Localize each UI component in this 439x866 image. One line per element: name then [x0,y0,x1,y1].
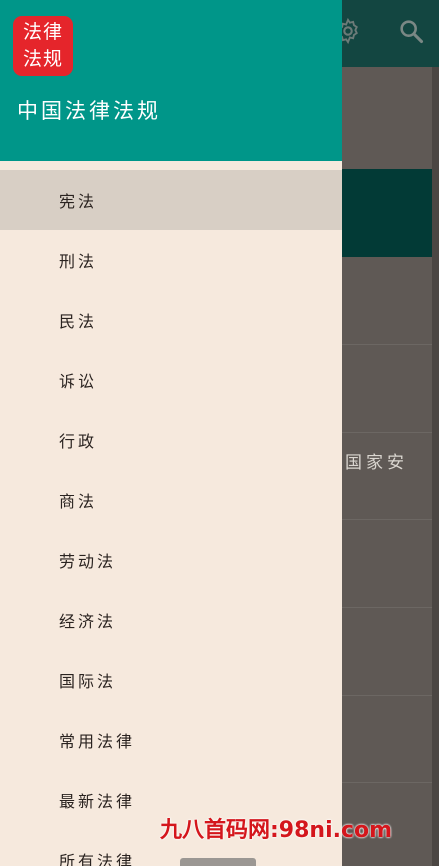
menu-item-international-law[interactable]: 国际法 [0,650,342,710]
header-spacer [0,161,342,170]
menu-item-criminal-law[interactable]: 刑法 [0,230,342,290]
list-divider [342,432,432,433]
menu-item-constitution[interactable]: 宪法 [0,170,342,230]
menu-item-common-laws[interactable]: 常用法律 [0,710,342,770]
menu-item-litigation[interactable]: 诉讼 [0,350,342,410]
content-banner [342,169,432,257]
menu-item-civil-law[interactable]: 民法 [0,290,342,350]
logo-text-line1: 法律 [22,21,63,43]
logo-text-line2: 法规 [22,48,63,70]
drawer-menu: 宪法 刑法 民法 诉讼 行政 商法 劳动法 经济法 国际法 常用法律 最新法律 … [0,170,342,866]
menu-item-economic-law[interactable]: 经济法 [0,590,342,650]
list-divider [342,695,432,696]
scroll-handle[interactable] [180,858,256,866]
content-edge [432,67,439,866]
list-divider [342,607,432,608]
watermark-text: 九八首码网:98ni.com [160,818,393,843]
navigation-drawer: 法律 法规 中国法律法规 宪法 刑法 民法 诉讼 行政 商法 劳动法 经济法 国… [0,0,342,866]
drawer-header: 法律 法规 中国法律法规 [0,0,342,161]
menu-item-labor-law[interactable]: 劳动法 [0,530,342,590]
menu-item-commercial-law[interactable]: 商法 [0,470,342,530]
search-icon[interactable] [394,14,428,48]
list-divider [342,519,432,520]
menu-item-administrative[interactable]: 行政 [0,410,342,470]
app-name: 中国法律法规 [17,99,161,123]
list-item-text[interactable]: 国家安 [345,448,408,473]
list-divider [342,782,432,783]
list-divider [342,344,432,345]
app-logo: 法律 法规 [13,16,73,76]
